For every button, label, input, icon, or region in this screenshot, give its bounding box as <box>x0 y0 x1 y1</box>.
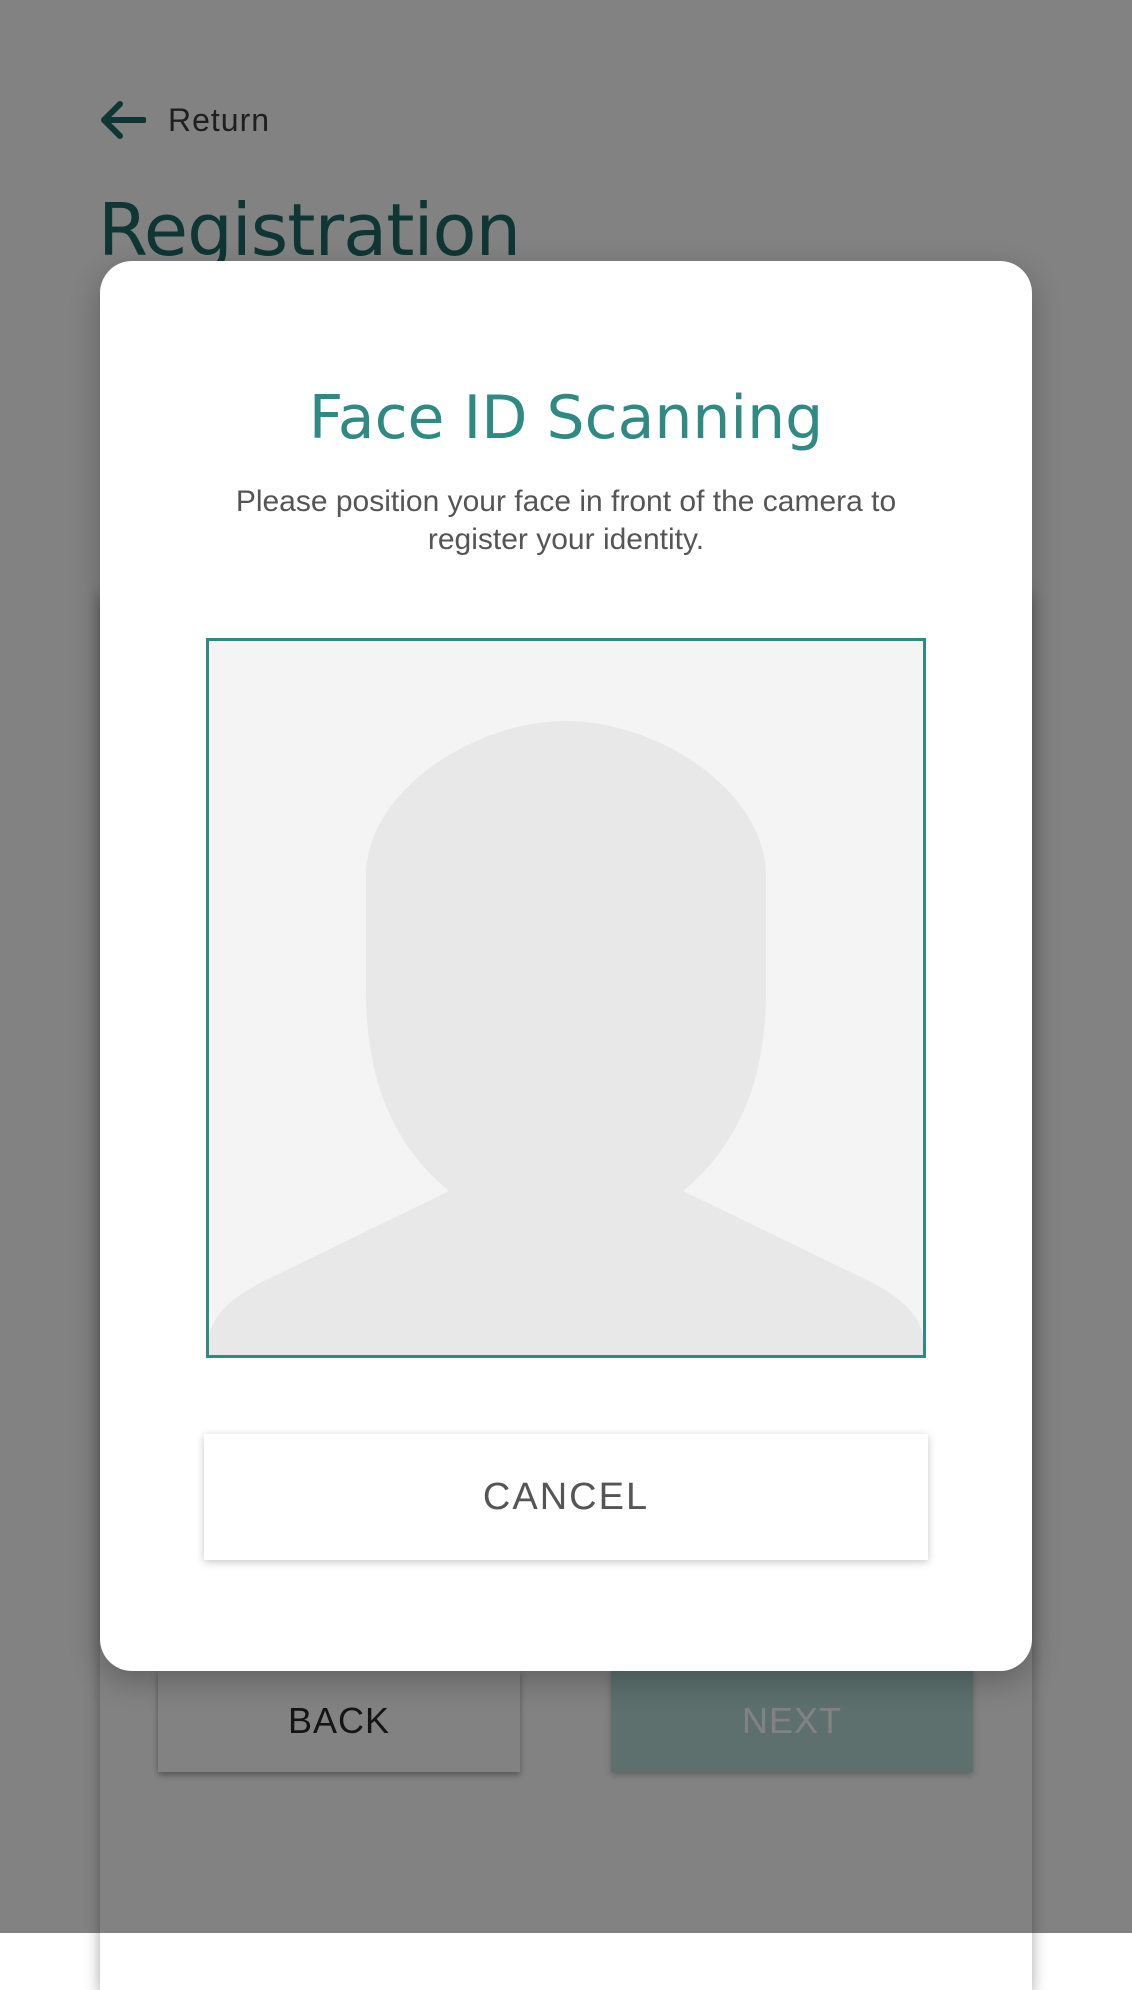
modal-description: Please position your face in front of th… <box>235 485 897 556</box>
person-silhouette-icon <box>209 721 923 1355</box>
camera-preview <box>206 638 926 1358</box>
modal-title: Face ID Scanning <box>308 383 824 453</box>
face-id-modal: Face ID Scanning Please position your fa… <box>100 261 1032 1671</box>
cancel-button[interactable]: CANCEL <box>204 1434 928 1560</box>
